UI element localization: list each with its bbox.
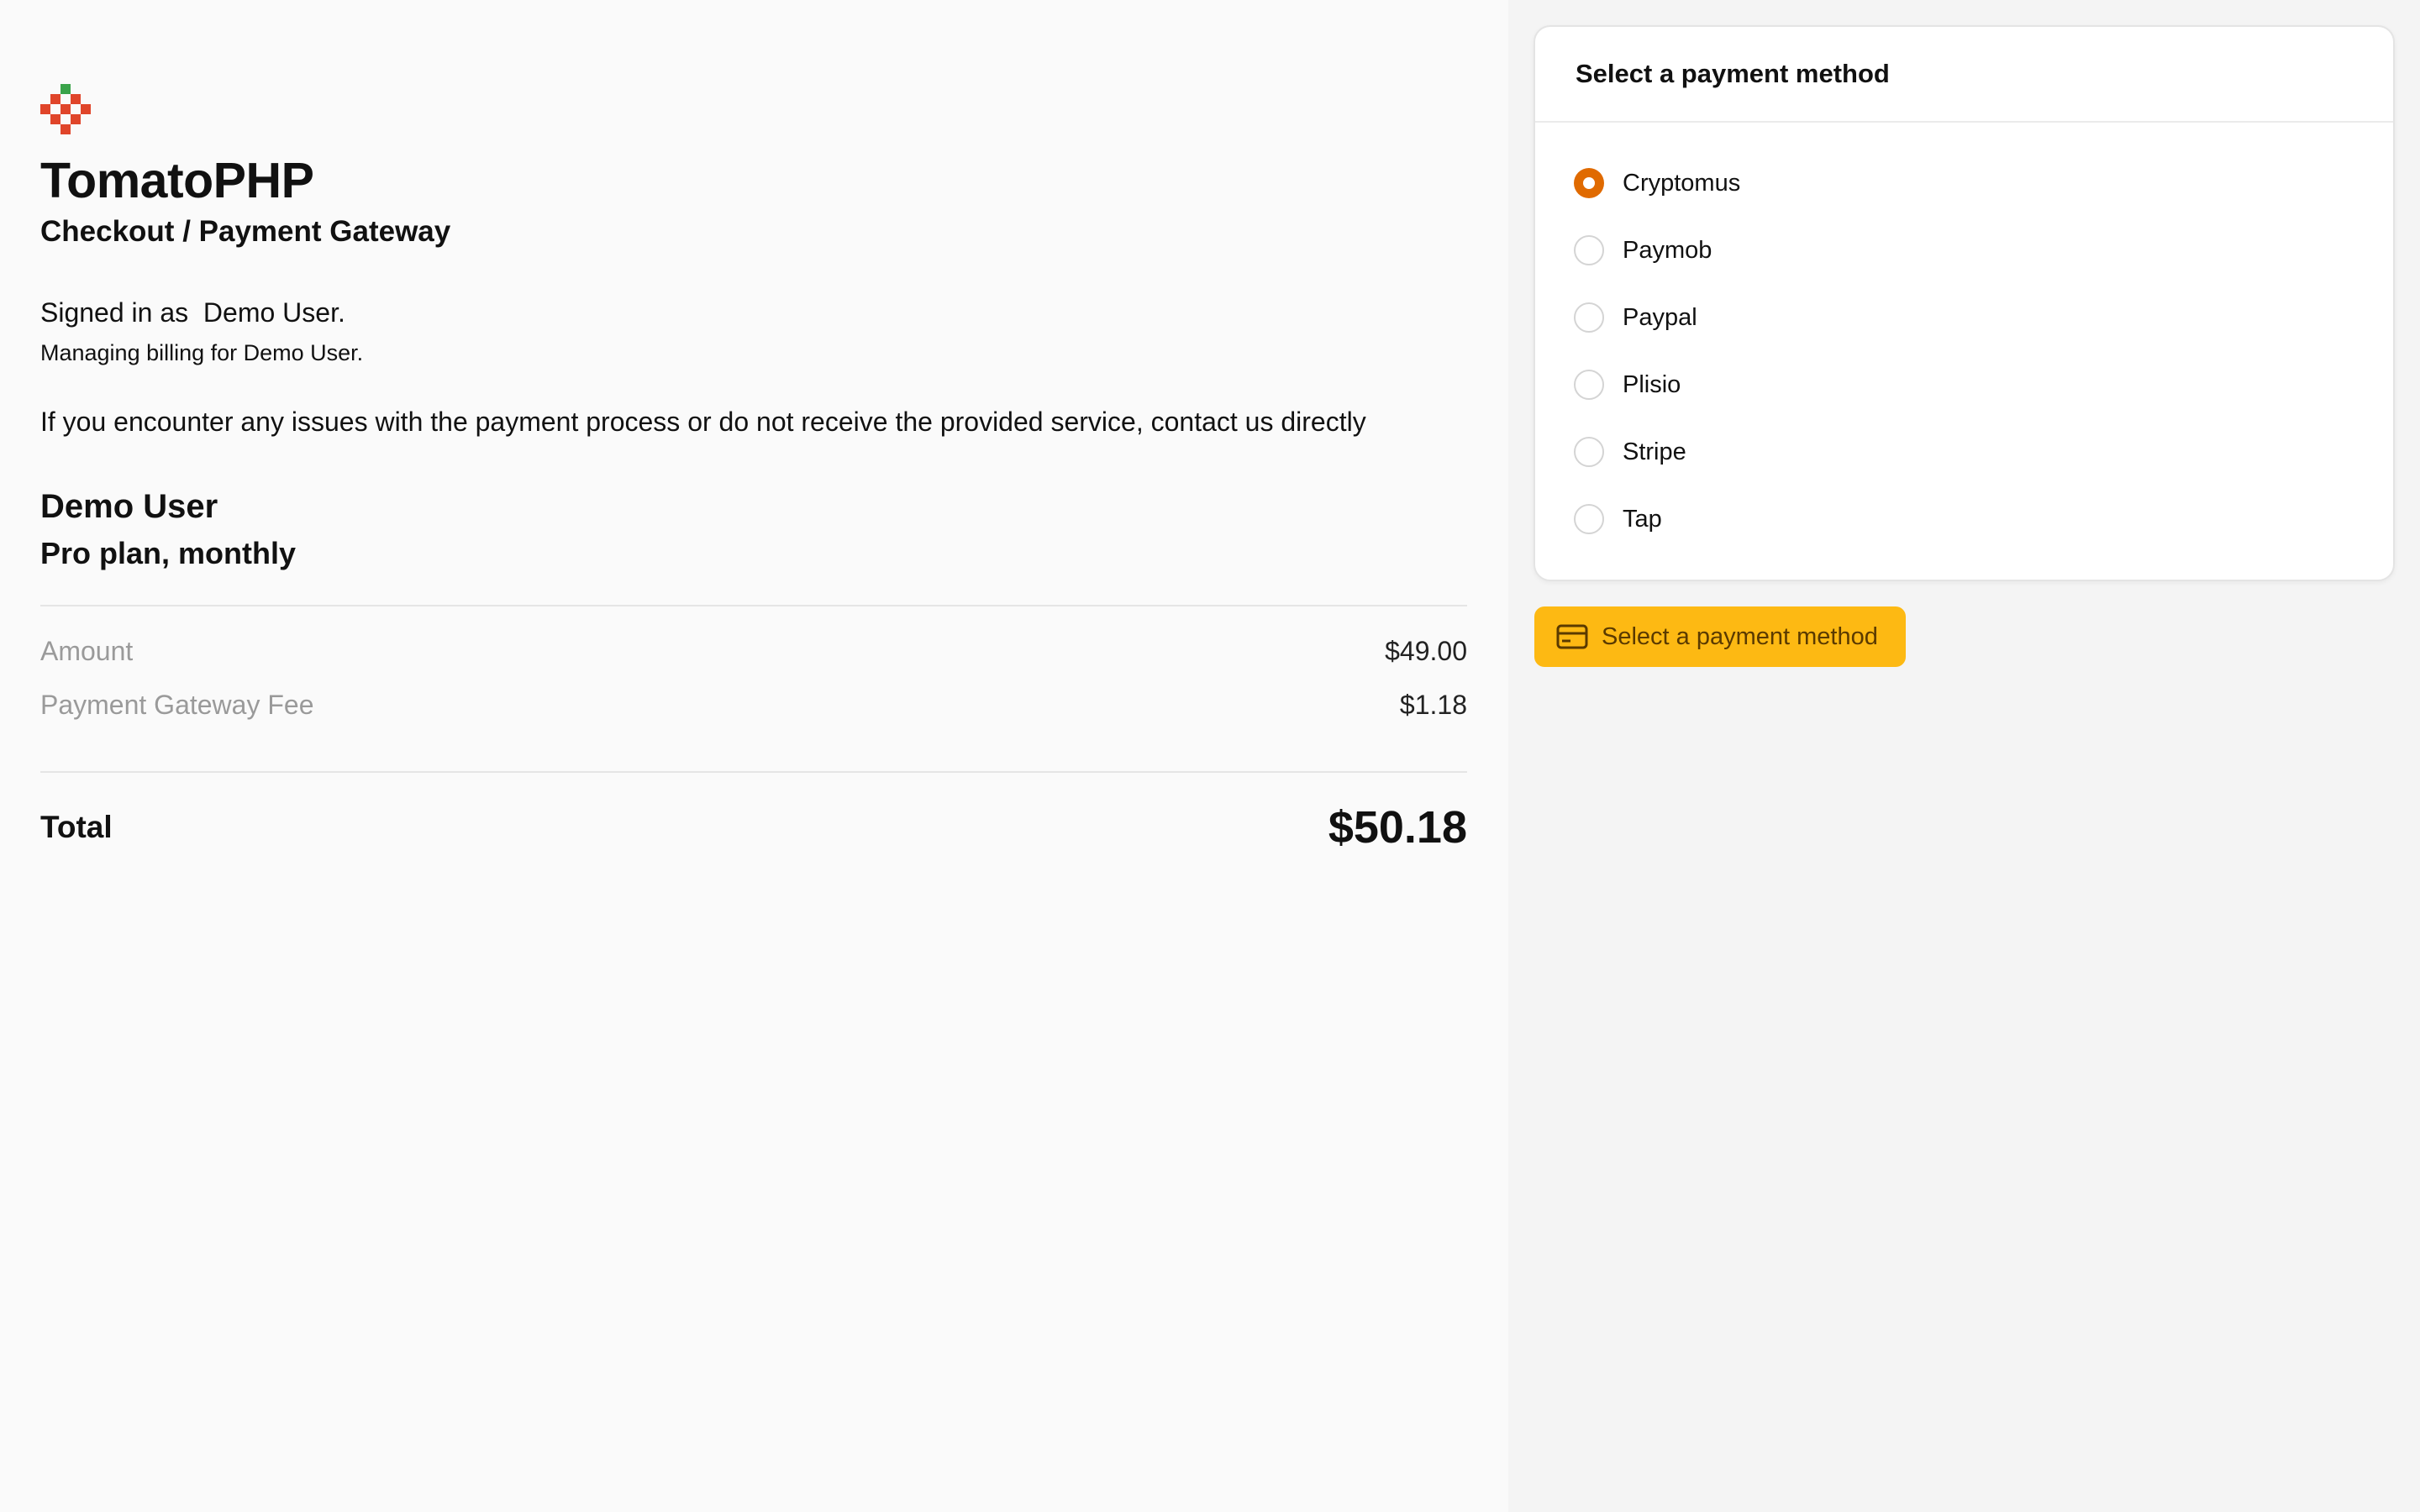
line-item-label: Amount <box>40 636 134 667</box>
line-item-value: $1.18 <box>1399 690 1467 721</box>
payment-option-label: Paypal <box>1623 303 1697 331</box>
support-notice: If you encounter any issues with the pay… <box>40 406 1366 437</box>
divider <box>40 770 1467 773</box>
page-subtitle: Checkout / Payment Gateway <box>40 214 451 248</box>
payment-option-paypal[interactable]: Paypal <box>1574 284 2354 351</box>
checkout-summary-pane: TomatoPHP Checkout / Payment Gateway Sig… <box>0 0 1508 1512</box>
payment-option-cryptomus[interactable]: Cryptomus <box>1574 150 2354 217</box>
payment-option-label: Cryptomus <box>1623 169 1741 197</box>
managing-billing-text: Managing billing for Demo User. <box>40 339 364 365</box>
payment-option-plisio[interactable]: Plisio <box>1574 351 2354 418</box>
radio-button[interactable] <box>1574 504 1604 534</box>
payment-option-label: Stripe <box>1623 438 1686 465</box>
payment-option-label: Paymob <box>1623 236 1712 264</box>
payment-method-card-title: Select a payment method <box>1535 27 2393 123</box>
select-payment-method-button[interactable]: Select a payment method <box>1534 606 1906 667</box>
radio-button[interactable] <box>1574 437 1604 467</box>
payment-method-options: Cryptomus Paymob Paypal Plisio Stripe Ta… <box>1535 123 2393 553</box>
line-item-amount: Amount $49.00 <box>40 625 1467 679</box>
radio-button[interactable] <box>1574 302 1604 333</box>
select-payment-method-button-label: Select a payment method <box>1602 622 1878 650</box>
tomato-pixel-logo-icon <box>40 84 91 134</box>
radio-button-checked[interactable] <box>1574 168 1604 198</box>
divider <box>40 604 1467 606</box>
line-item-value: $49.00 <box>1385 636 1467 667</box>
customer-name: Demo User <box>40 487 218 525</box>
payment-option-stripe[interactable]: Stripe <box>1574 418 2354 486</box>
credit-card-icon <box>1556 624 1588 649</box>
plan-name: Pro plan, monthly <box>40 535 297 570</box>
radio-button[interactable] <box>1574 235 1604 265</box>
payment-option-label: Plisio <box>1623 370 1681 398</box>
line-items: Amount $49.00 Payment Gateway Fee $1.18 <box>40 625 1467 732</box>
radio-button[interactable] <box>1574 370 1604 400</box>
line-item-gateway-fee: Payment Gateway Fee $1.18 <box>40 679 1467 732</box>
signed-in-text: Signed in as Demo User. <box>40 297 345 328</box>
payment-option-tap[interactable]: Tap <box>1574 486 2354 553</box>
payment-option-label: Tap <box>1623 505 1662 533</box>
total-value: $50.18 <box>1328 801 1467 853</box>
total-label: Total <box>40 809 113 844</box>
app-title: TomatoPHP <box>40 153 314 208</box>
payment-method-card: Select a payment method Cryptomus Paymob… <box>1534 25 2395 581</box>
line-item-label: Payment Gateway Fee <box>40 690 314 721</box>
payment-option-paymob[interactable]: Paymob <box>1574 217 2354 284</box>
total-row: Total $50.18 <box>40 801 1467 853</box>
